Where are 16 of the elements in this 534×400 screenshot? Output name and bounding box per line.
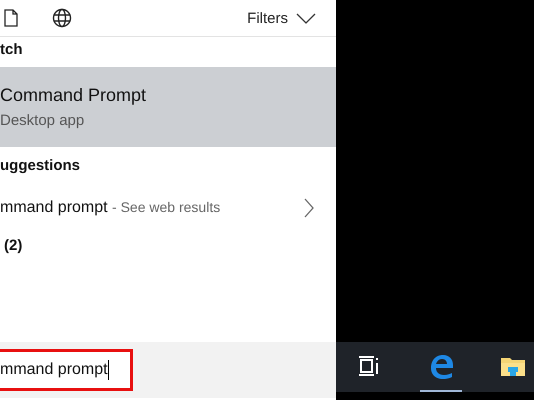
document-icon[interactable]	[4, 9, 18, 27]
section-heading: (2)	[3, 236, 24, 256]
section-heading: uggestions	[0, 156, 82, 176]
chevron-down-icon	[296, 12, 316, 24]
task-view-icon	[358, 356, 380, 376]
search-field[interactable]: mmand prompt	[0, 349, 133, 391]
result-item[interactable]: Command Prompt Desktop app	[0, 67, 336, 147]
result-subtitle: Desktop app	[0, 112, 86, 129]
chevron-right-icon[interactable]	[304, 198, 314, 218]
result-title: Command Prompt	[0, 85, 148, 106]
folder-icon	[500, 355, 526, 377]
section-heading: tch	[0, 40, 24, 60]
globe-icon[interactable]	[52, 8, 72, 28]
suggestion-text[interactable]: mmand prompt - See web results	[0, 199, 220, 217]
browser-e-icon	[428, 353, 454, 379]
filters-dropdown[interactable]: Filters	[247, 10, 316, 26]
